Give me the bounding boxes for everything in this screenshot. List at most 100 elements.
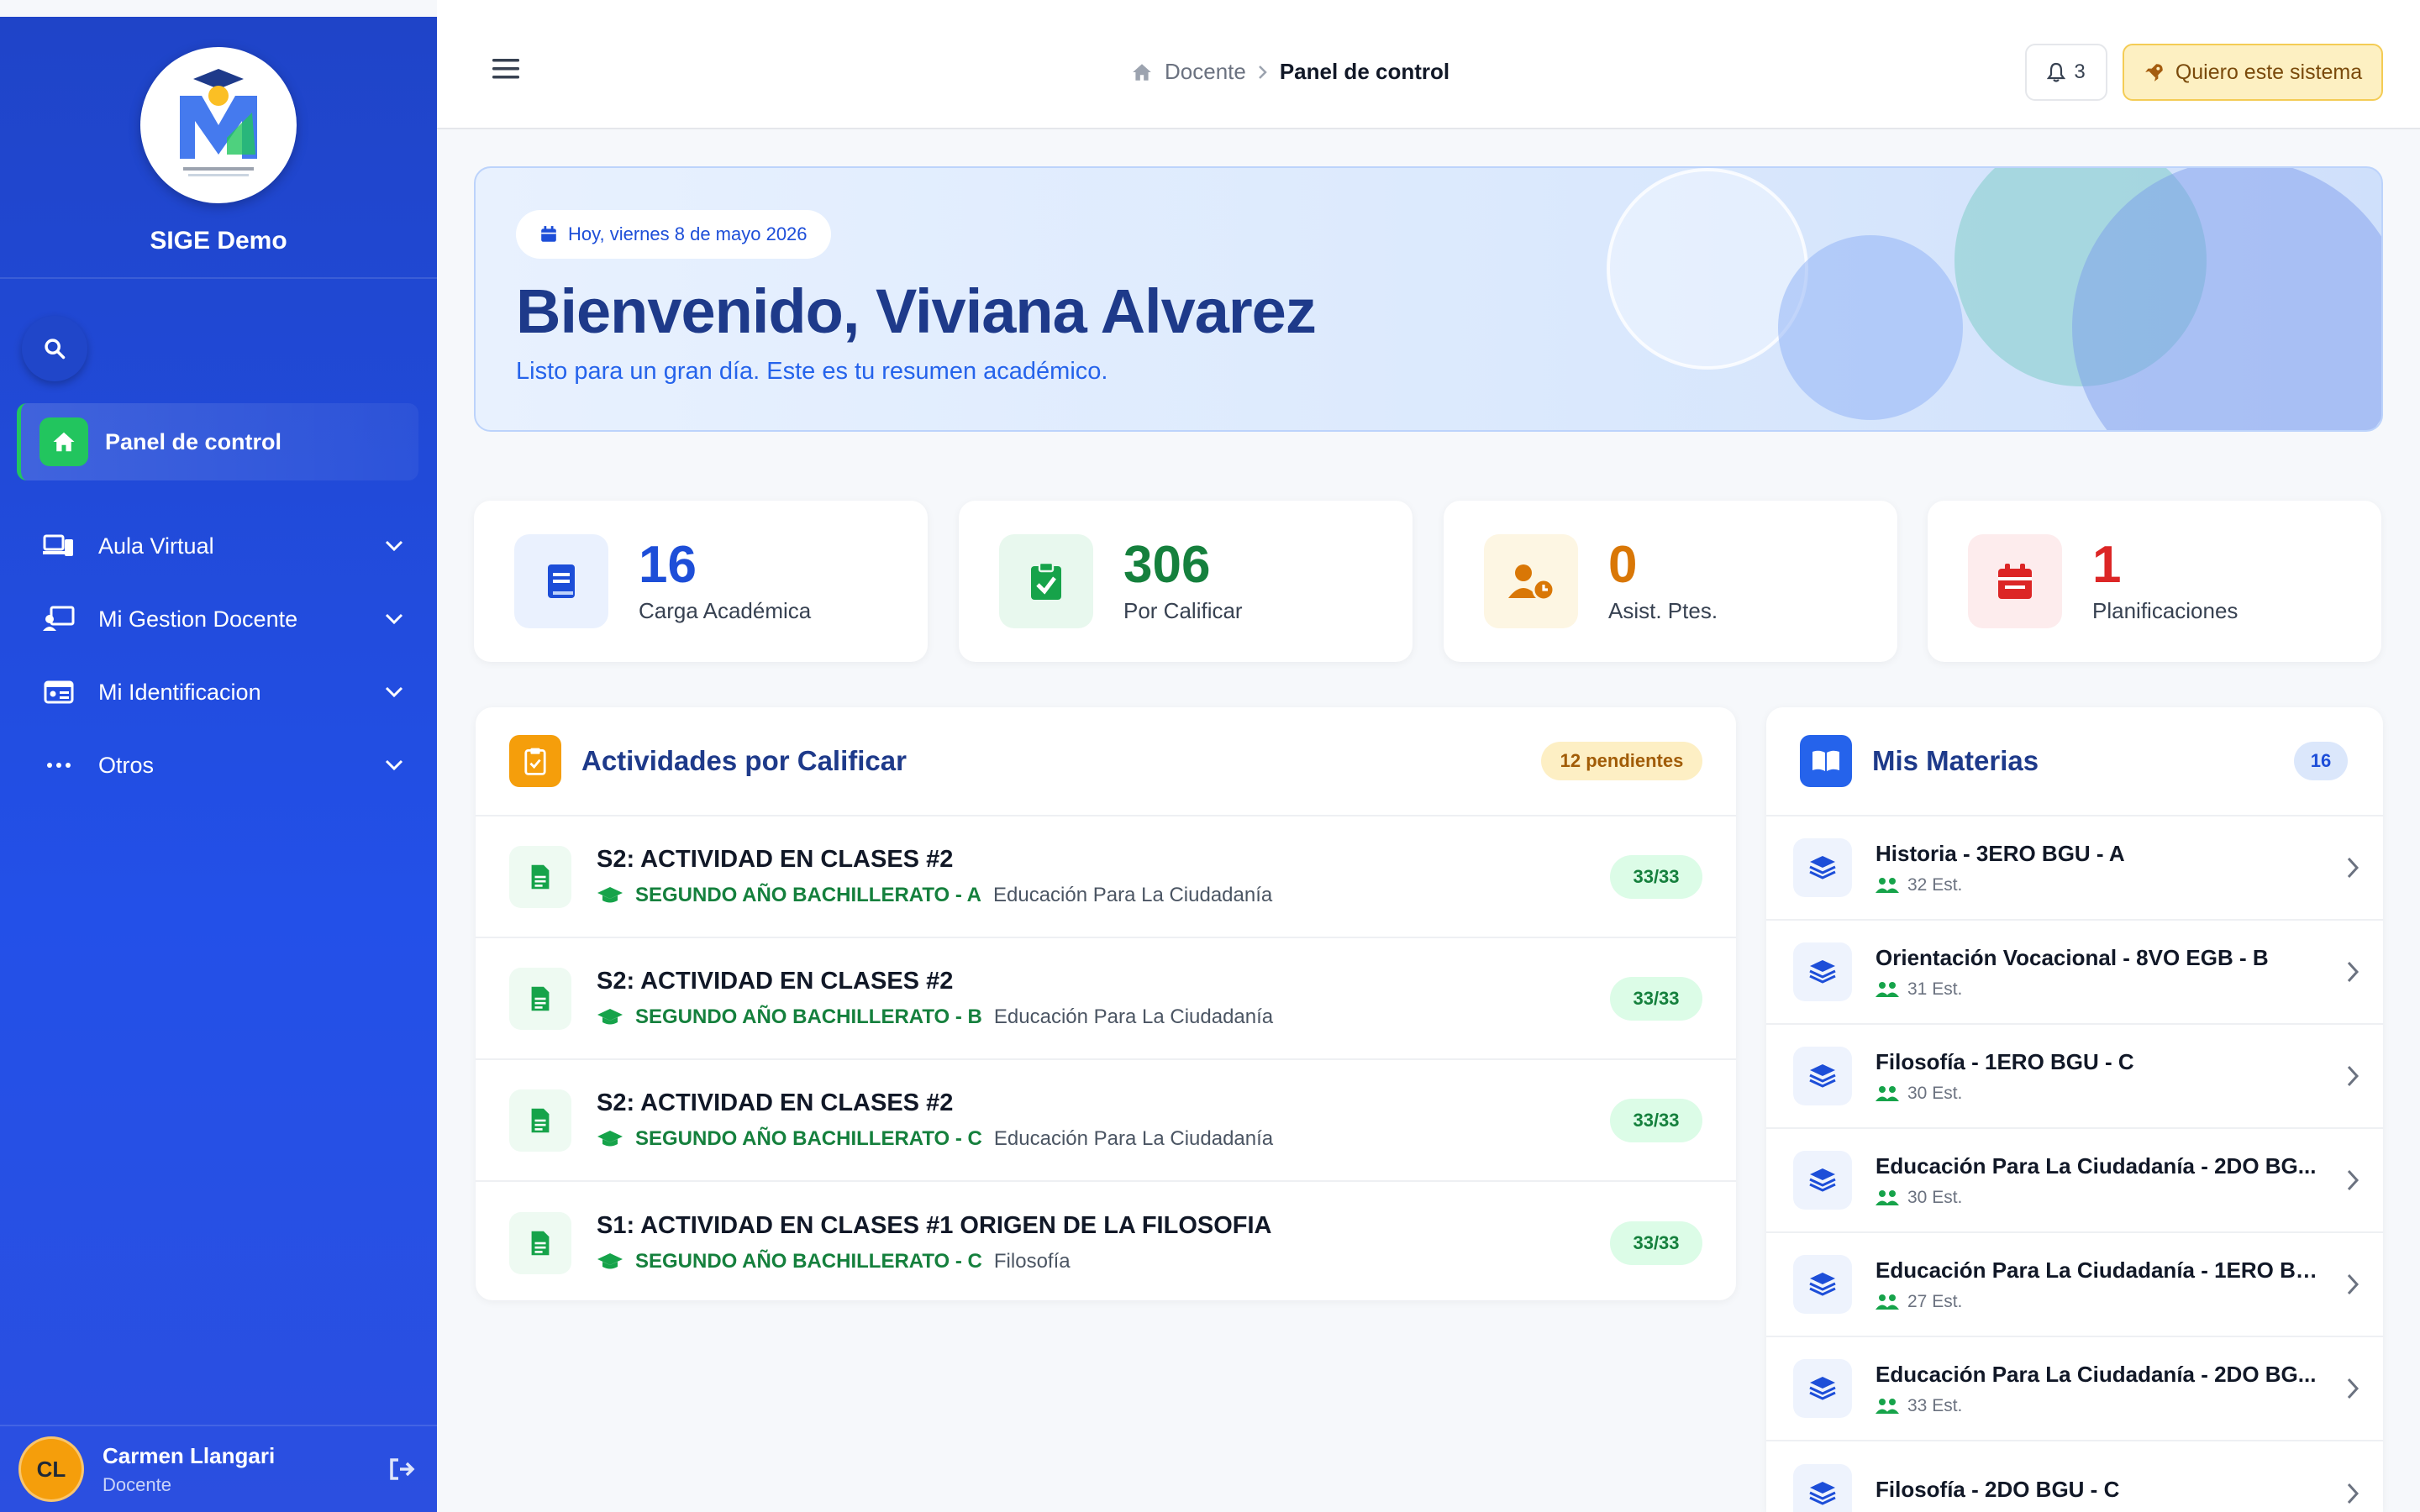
subject-row[interactable]: Educación Para La Ciudadanía - 2DO BG...… [1766, 1337, 2383, 1441]
subject-row[interactable]: Educación Para La Ciudadanía - 2DO BG...… [1766, 1129, 2383, 1233]
sidebar-item-panel-de-control[interactable]: Panel de control [17, 403, 418, 480]
chevron-right-icon [2347, 1169, 2360, 1191]
bell-icon [2047, 62, 2066, 82]
student-count: 30 Est. [1907, 1083, 1963, 1103]
activity-subject: Educación Para La Ciudadanía [993, 1005, 1274, 1028]
activity-row[interactable]: S2: ACTIVIDAD EN CLASES #2 SEGUNDO AÑO B… [476, 1060, 1736, 1182]
sidebar-item-label: Panel de control [105, 428, 282, 454]
laptop-icon [42, 533, 76, 559]
chevron-right-icon [2347, 1065, 2360, 1087]
activity-title: S2: ACTIVIDAD EN CLASES #2 [597, 968, 954, 995]
subject-row[interactable]: Educación Para La Ciudadanía - 1ERO BG..… [1766, 1233, 2383, 1337]
submission-count-badge: 33/33 [1610, 854, 1702, 899]
activities-title: Actividades por Calificar [581, 745, 907, 776]
breadcrumb-root[interactable]: Docente [1165, 59, 1246, 85]
notifications-button[interactable]: 3 [2025, 44, 2107, 101]
student-count: 31 Est. [1907, 979, 1963, 999]
activity-title: S2: ACTIVIDAD EN CLASES #2 [597, 846, 954, 873]
subjects-title: Mis Materias [1872, 745, 2039, 776]
chevron-right-icon [2347, 1273, 2360, 1295]
stat-card-carga-academica[interactable]: 16 Carga Académica [474, 501, 928, 662]
layers-icon [1793, 1151, 1852, 1210]
stat-label: Asist. Ptes. [1608, 597, 1718, 623]
today-date: Hoy, viernes 8 de mayo 2026 [568, 223, 808, 244]
clipboard-icon [509, 735, 561, 787]
layers-icon [1793, 1359, 1852, 1418]
topbar: Docente Panel de control 3 Quiero este s… [437, 0, 2420, 129]
stat-card-por-calificar[interactable]: 306 Por Calificar [959, 501, 1413, 662]
graduation-cap-icon [597, 887, 623, 903]
stat-value: 0 [1608, 535, 1638, 594]
student-count: 30 Est. [1907, 1187, 1963, 1207]
layers-icon [1793, 1047, 1852, 1105]
breadcrumb-current: Panel de control [1279, 59, 1450, 84]
subject-row[interactable]: Filosofía - 2DO BGU - C [1766, 1441, 2383, 1512]
sidebar-item-label: Mi Gestion Docente [98, 606, 298, 632]
avatar[interactable]: CL [18, 1436, 84, 1502]
logout-icon[interactable] [388, 1457, 417, 1482]
document-icon [509, 967, 571, 1030]
notifications-count: 3 [2074, 60, 2086, 83]
graduation-cap-icon [597, 1131, 623, 1147]
subject-row[interactable]: Filosofía - 1ERO BGU - C 30 Est. [1766, 1025, 2383, 1129]
subject-row[interactable]: Historia - 3ERO BGU - A 32 Est. [1766, 816, 2383, 921]
activity-subject: Educación Para La Ciudadanía [993, 1127, 1274, 1150]
welcome-title: Bienvenido, Viviana Alvarez [516, 276, 1317, 346]
graduation-cap-icon [597, 1253, 623, 1269]
users-icon [1876, 877, 1899, 893]
sidebar-divider [0, 277, 437, 279]
stat-card-asistencias-pendientes[interactable]: 0 Asist. Ptes. [1444, 501, 1897, 662]
hamburger-icon [492, 59, 519, 79]
activity-grade: SEGUNDO AÑO BACHILLERATO - C [635, 1127, 982, 1150]
open-book-icon [1800, 735, 1852, 787]
document-icon [509, 1211, 571, 1274]
subject-name: Filosofía - 2DO BGU - C [1876, 1476, 2120, 1502]
chevron-right-icon [2347, 961, 2360, 983]
menu-toggle-button[interactable] [492, 57, 521, 85]
stat-label: Planificaciones [2092, 597, 2238, 623]
date-pill: Hoy, viernes 8 de mayo 2026 [516, 210, 831, 259]
teacher-board-icon [42, 606, 76, 633]
document-icon [509, 1089, 571, 1152]
stat-card-planificaciones[interactable]: 1 Planificaciones [1928, 501, 2381, 662]
institution-logo[interactable] [140, 47, 297, 203]
sidebar-item-mi-gestion-docente[interactable]: Mi Gestion Docente [42, 594, 403, 644]
request-system-label: Quiero este sistema [2175, 60, 2363, 84]
ellipsis-icon [42, 762, 76, 769]
student-count: 32 Est. [1907, 874, 1963, 895]
activity-subject: Educación Para La Ciudadanía [993, 884, 1273, 906]
sidebar-item-label: Aula Virtual [98, 533, 214, 559]
student-count: 33 Est. [1907, 1395, 1963, 1415]
subject-name: Historia - 3ERO BGU - A [1876, 840, 2125, 866]
activity-row[interactable]: S2: ACTIVIDAD EN CLASES #2 SEGUNDO AÑO B… [476, 938, 1736, 1060]
clipboard-check-icon [999, 534, 1093, 628]
chevron-down-icon [385, 540, 403, 552]
subject-row[interactable]: Orientación Vocacional - 8VO EGB - B 31 … [1766, 921, 2383, 1025]
users-icon [1876, 1085, 1899, 1101]
chevron-right-icon [1258, 65, 1267, 79]
sidebar-item-mi-identificacion[interactable]: Mi Identificacion [42, 667, 403, 717]
search-icon [45, 339, 66, 360]
request-system-button[interactable]: Quiero este sistema [2123, 44, 2383, 101]
sidebar-item-aula-virtual[interactable]: Aula Virtual [42, 521, 403, 571]
users-icon [1876, 981, 1899, 997]
activity-row[interactable]: S2: ACTIVIDAD EN CLASES #2 SEGUNDO AÑO B… [476, 816, 1736, 938]
chevron-right-icon [2347, 1483, 2360, 1504]
layers-icon [1793, 942, 1852, 1001]
users-icon [1876, 1294, 1899, 1310]
document-icon [509, 845, 571, 908]
subjects-count-badge: 16 [2294, 742, 2348, 780]
sidebar-search-button[interactable] [22, 316, 87, 381]
activity-subject: Filosofía [993, 1250, 1071, 1273]
users-icon [1876, 1398, 1899, 1414]
logo-emblem-icon [180, 69, 257, 176]
stat-value: 16 [639, 535, 697, 594]
stat-label: Carga Académica [639, 597, 812, 623]
activity-grade: SEGUNDO AÑO BACHILLERATO - B [635, 1005, 982, 1028]
users-icon [1876, 1189, 1899, 1205]
sidebar-item-otros[interactable]: Otros [42, 740, 403, 790]
sidebar-item-label: Mi Identificacion [98, 679, 261, 705]
chevron-right-icon [2347, 857, 2360, 879]
home-icon [1133, 63, 1151, 81]
activity-row[interactable]: S1: ACTIVIDAD EN CLASES #1 ORIGEN DE LA … [476, 1182, 1736, 1300]
